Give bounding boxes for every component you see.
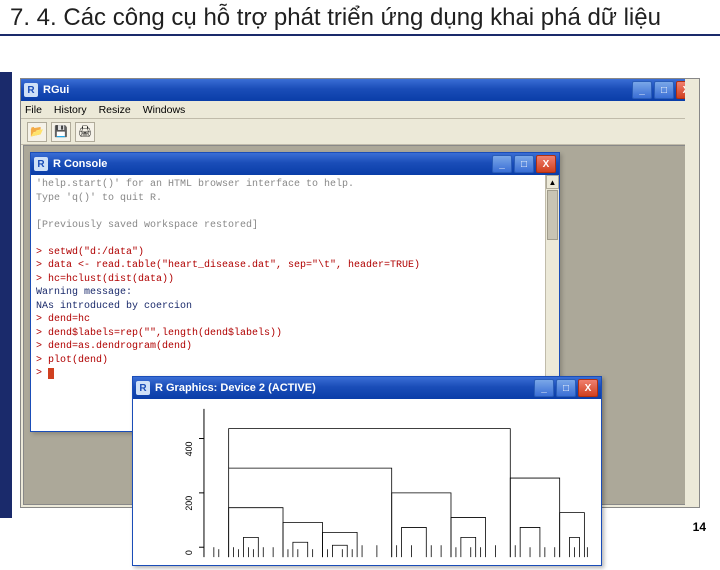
console-line: Warning message: [36, 286, 540, 300]
maximize-button[interactable]: □ [654, 81, 674, 99]
scroll-up-icon[interactable]: ▲ [546, 175, 559, 189]
console-line: NAs introduced by coercion [36, 300, 540, 314]
graphics-window-controls: _ □ X [534, 379, 598, 397]
console-title-text: R Console [53, 158, 492, 170]
dendrogram-lines [214, 429, 587, 557]
console-titlebar: R R Console _ □ X [31, 153, 559, 175]
r-logo-icon: R [24, 83, 38, 97]
rgui-titlebar: R RGui _ □ X [21, 79, 699, 101]
graphics-titlebar: R R Graphics: Device 2 (ACTIVE) _ □ X [133, 377, 601, 399]
console-line [36, 205, 540, 219]
maximize-button[interactable]: □ [514, 155, 534, 173]
rgui-menubar: File History Resize Windows [21, 101, 699, 119]
accent-bar [0, 72, 12, 518]
menu-resize[interactable]: Resize [99, 104, 131, 116]
minimize-button[interactable]: _ [492, 155, 512, 173]
mdi-client-area: R R Console _ □ X 'help.start()' for an … [23, 145, 697, 505]
r-logo-icon: R [136, 381, 150, 395]
print-icon[interactable]: 🖨 [75, 122, 95, 142]
menu-history[interactable]: History [54, 104, 87, 116]
slide-title: 7. 4. Các công cụ hỗ trợ phát triển ứng … [0, 0, 720, 36]
cursor-icon [48, 368, 54, 379]
screenshot-container: R RGui _ □ X File History Resize Windows… [20, 78, 700, 508]
rgui-outer-scrollbar[interactable] [685, 79, 699, 507]
rgui-window: R RGui _ □ X File History Resize Windows… [21, 79, 699, 507]
save-icon[interactable]: 💾 [51, 122, 71, 142]
console-line: > hc=hclust(dist(data)) [36, 273, 540, 287]
close-button[interactable]: X [536, 155, 556, 173]
console-line: [Previously saved workspace restored] [36, 219, 540, 233]
page-number: 14 [693, 520, 706, 534]
console-line: 'help.start()' for an HTML browser inter… [36, 178, 540, 192]
svg-text:200: 200 [184, 496, 194, 511]
console-line: > data <- read.table("heart_disease.dat"… [36, 259, 540, 273]
svg-text:0: 0 [184, 550, 194, 555]
console-line: > plot(dend) [36, 354, 540, 368]
menu-file[interactable]: File [25, 104, 42, 116]
console-line: > setwd("d:/data") [36, 246, 540, 260]
graphics-title-text: R Graphics: Device 2 (ACTIVE) [155, 382, 534, 394]
graphics-plot-area: 0 200 400 [133, 399, 601, 565]
svg-text:400: 400 [184, 441, 194, 456]
minimize-button[interactable]: _ [534, 379, 554, 397]
console-window-controls: _ □ X [492, 155, 556, 173]
console-line: Type 'q()' to quit R. [36, 192, 540, 206]
console-line: > dend=as.dendrogram(dend) [36, 340, 540, 354]
console-line: > dend$labels=rep("",length(dend$labels)… [36, 327, 540, 341]
rgui-toolbar: 📂 💾 🖨 [21, 119, 699, 145]
menu-windows[interactable]: Windows [143, 104, 186, 116]
dendrogram-plot: 0 200 400 [133, 399, 601, 565]
maximize-button[interactable]: □ [556, 379, 576, 397]
open-icon[interactable]: 📂 [27, 122, 47, 142]
console-line [36, 232, 540, 246]
minimize-button[interactable]: _ [632, 81, 652, 99]
r-graphics-window: R R Graphics: Device 2 (ACTIVE) _ □ X [132, 376, 602, 566]
close-button[interactable]: X [578, 379, 598, 397]
console-line: > dend=hc [36, 313, 540, 327]
scrollbar-thumb[interactable] [547, 190, 558, 240]
rgui-title-text: RGui [43, 84, 632, 96]
r-logo-icon: R [34, 157, 48, 171]
